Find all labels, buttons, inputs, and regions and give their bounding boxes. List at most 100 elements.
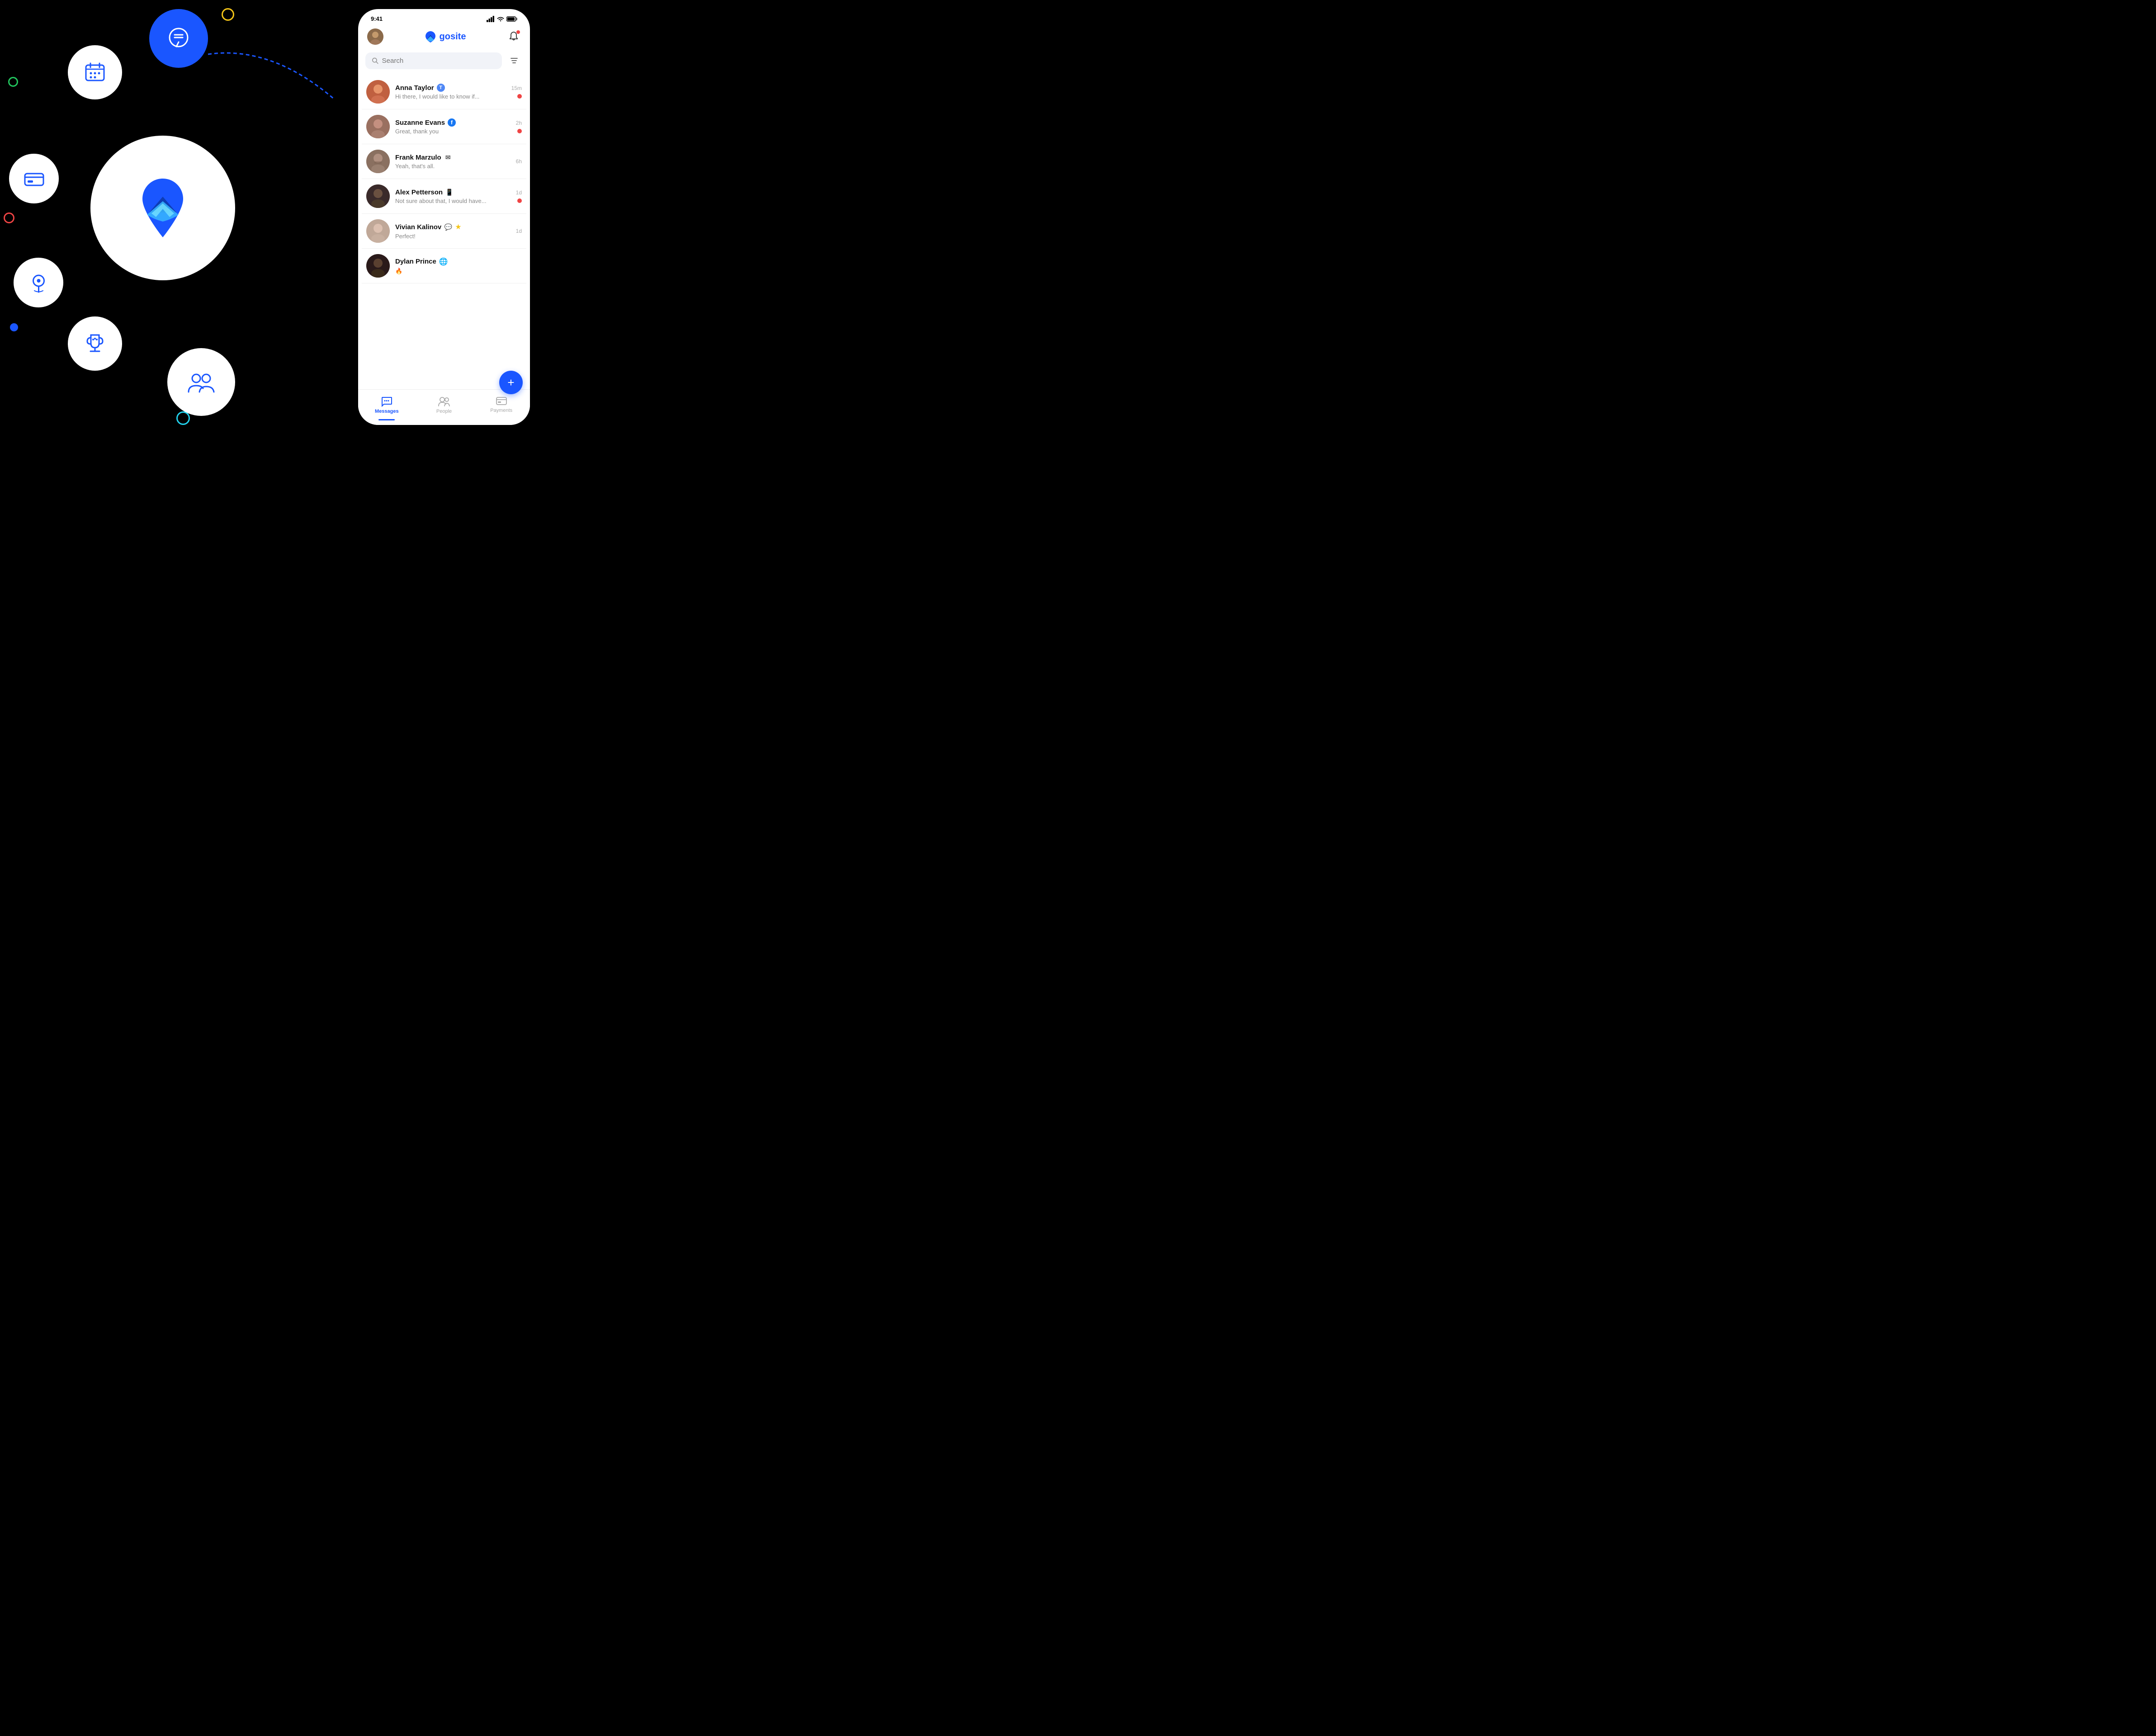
- phone-mockup: 9:41: [358, 9, 530, 425]
- convo-name-alex: Alex Petterson: [395, 189, 443, 196]
- channel-icon-chat: 💬: [444, 223, 452, 231]
- avatar-suzanne: [366, 115, 390, 138]
- brand-name: gosite: [440, 32, 466, 42]
- tab-people[interactable]: People: [416, 394, 473, 416]
- convo-time-anna: 15m: [511, 85, 522, 91]
- status-icons: [487, 16, 517, 22]
- convo-content-vivian: Vivian Kalinov 💬 ★ Perfect!: [395, 222, 511, 240]
- signal-icon: [487, 16, 495, 22]
- fab-button[interactable]: +: [499, 371, 523, 394]
- search-icon: [372, 57, 378, 64]
- center-logo-circle: [90, 136, 235, 280]
- filter-button[interactable]: [506, 52, 523, 69]
- battery-icon: [506, 16, 517, 22]
- search-input[interactable]: [382, 57, 496, 65]
- background-area: [0, 0, 344, 434]
- globe-icon-dylan: 🌐: [439, 257, 448, 266]
- conversation-item-suzanne[interactable]: Suzanne Evans f Great, thank you 2h: [362, 109, 526, 144]
- brand-logo-icon: [424, 30, 437, 43]
- conversation-item-frank[interactable]: Frank Marzulo ✉ Yeah, that's all. 6h: [362, 144, 526, 179]
- convo-preview-suzanne: Great, thank you: [395, 128, 511, 135]
- tab-payments-icon: [496, 396, 507, 406]
- conversation-item-vivian[interactable]: Vivian Kalinov 💬 ★ Perfect! 1d: [362, 214, 526, 249]
- conversation-item-alex[interactable]: Alex Petterson 📱 Not sure about that, I …: [362, 179, 526, 214]
- dot-red: [4, 212, 14, 223]
- star-icon-vivian: ★: [455, 222, 461, 231]
- convo-name-suzanne: Suzanne Evans: [395, 119, 445, 127]
- dot-green: [8, 77, 18, 87]
- convo-time-suzanne: 2h: [516, 120, 522, 126]
- notification-dot: [516, 30, 520, 34]
- avatar-vivian: [366, 219, 390, 243]
- conversation-item-anna[interactable]: Anna Taylor T Hi there, I would like to …: [362, 75, 526, 109]
- search-bar: [365, 52, 523, 69]
- convo-meta-anna: 15m: [511, 85, 522, 99]
- dot-blue-solid: [10, 323, 18, 331]
- tab-messages-icon: [381, 396, 392, 407]
- tab-payments[interactable]: Payments: [473, 394, 530, 416]
- tab-messages-label: Messages: [375, 409, 399, 414]
- status-time: 9:41: [371, 15, 383, 22]
- convo-name-vivian: Vivian Kalinov: [395, 223, 441, 231]
- tab-people-label: People: [436, 409, 452, 414]
- convo-content-anna: Anna Taylor T Hi there, I would like to …: [395, 84, 506, 100]
- convo-meta-frank: 6h: [516, 158, 522, 165]
- wifi-icon: [497, 16, 504, 22]
- unread-dot-anna: [517, 94, 522, 99]
- notification-bell[interactable]: [506, 29, 521, 44]
- convo-time-frank: 6h: [516, 158, 522, 165]
- convo-preview-anna: Hi there, I would like to know if...: [395, 93, 506, 100]
- tab-messages[interactable]: Messages: [358, 394, 416, 416]
- status-bar: 9:41: [358, 9, 530, 26]
- convo-time-alex: 1d: [516, 189, 522, 196]
- tab-bar: Messages People Pa: [358, 389, 530, 425]
- convo-time-vivian: 1d: [516, 228, 522, 234]
- convo-preview-frank: Yeah, that's all.: [395, 163, 511, 170]
- unread-dot-suzanne: [517, 129, 522, 133]
- filter-icon: [510, 56, 519, 65]
- fab-plus-icon: +: [507, 376, 514, 390]
- dot-blue-ring: [176, 411, 190, 425]
- avatar-anna: [366, 80, 390, 104]
- channel-icon-text: T: [437, 84, 445, 92]
- search-input-wrapper[interactable]: [365, 52, 502, 69]
- circle-chat: [149, 9, 208, 68]
- convo-preview-alex: Not sure about that, I would have...: [395, 198, 511, 204]
- brand-logo: gosite: [424, 30, 466, 43]
- convo-name-frank: Frank Marzulo: [395, 154, 441, 161]
- tab-active-bar: [378, 419, 395, 420]
- dashed-line: [199, 45, 344, 108]
- top-navigation: gosite: [358, 26, 530, 49]
- convo-name-dylan: Dylan Prince: [395, 258, 436, 265]
- unread-dot-alex: [517, 198, 522, 203]
- avatar-alex: [366, 184, 390, 208]
- conversation-list: Anna Taylor T Hi there, I would like to …: [358, 75, 530, 389]
- circle-location: [14, 258, 63, 307]
- convo-content-alex: Alex Petterson 📱 Not sure about that, I …: [395, 188, 511, 204]
- channel-icon-sms: 📱: [445, 188, 454, 196]
- tab-people-icon: [438, 396, 450, 407]
- convo-preview-dylan: 🔥: [395, 268, 516, 275]
- convo-meta-suzanne: 2h: [516, 120, 522, 133]
- user-avatar[interactable]: [367, 28, 383, 45]
- convo-meta-vivian: 1d: [516, 228, 522, 234]
- convo-name-anna: Anna Taylor: [395, 84, 434, 92]
- circle-card: [9, 154, 59, 203]
- tab-payments-label: Payments: [490, 408, 512, 413]
- channel-icon-email: ✉: [444, 153, 452, 161]
- dot-yellow: [222, 8, 234, 21]
- convo-content-frank: Frank Marzulo ✉ Yeah, that's all.: [395, 153, 511, 170]
- avatar-dylan: [366, 254, 390, 278]
- convo-preview-vivian: Perfect!: [395, 233, 511, 240]
- convo-content-suzanne: Suzanne Evans f Great, thank you: [395, 118, 511, 135]
- channel-icon-fb: f: [448, 118, 456, 127]
- convo-content-dylan: Dylan Prince 🌐 🔥: [395, 257, 516, 275]
- avatar-frank: [366, 150, 390, 173]
- convo-meta-alex: 1d: [516, 189, 522, 203]
- conversation-item-dylan[interactable]: Dylan Prince 🌐 🔥: [362, 249, 526, 283]
- circle-calendar: [68, 45, 122, 99]
- phone-screen: 9:41: [358, 9, 530, 425]
- gosite-logo-pin: [136, 176, 190, 240]
- circle-trophy: [68, 316, 122, 371]
- circle-people: [167, 348, 235, 416]
